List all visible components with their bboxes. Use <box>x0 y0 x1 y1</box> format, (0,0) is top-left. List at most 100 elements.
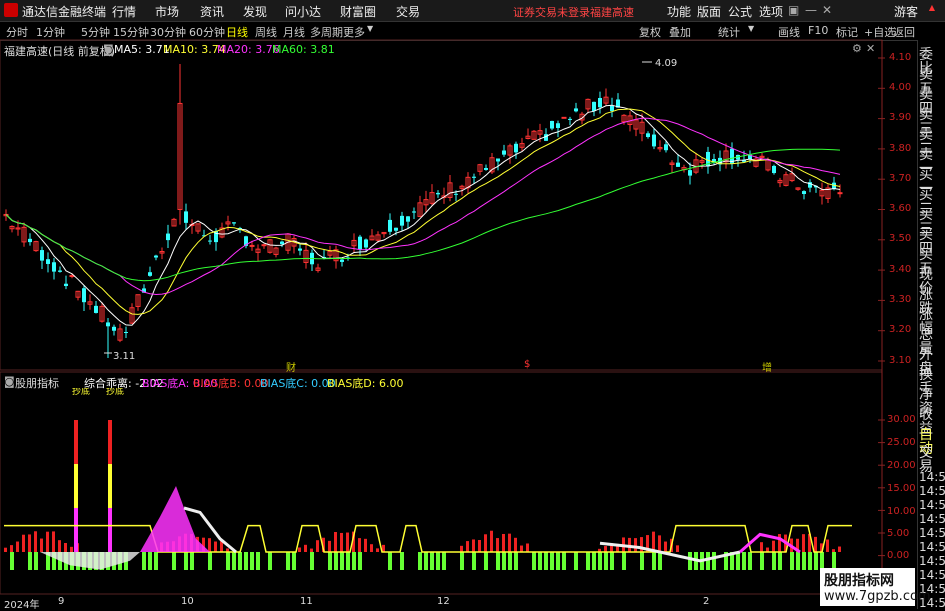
base-bar <box>352 552 356 570</box>
trade-time: 14:56 <box>919 470 945 484</box>
hist-bar <box>34 531 37 552</box>
hist-bar <box>832 549 835 552</box>
hist-bar <box>310 548 313 552</box>
candle-body <box>58 270 62 272</box>
base-bar <box>778 552 782 570</box>
watermark: 股朋指标网 www.7gpzb.com <box>820 568 931 606</box>
candle-body <box>646 133 650 138</box>
hist-bar <box>46 531 49 552</box>
base-bar <box>250 552 254 570</box>
candle-body <box>46 259 50 264</box>
base-bar <box>256 552 260 570</box>
base-bar <box>340 552 344 570</box>
candle-body <box>388 219 392 232</box>
candle-body <box>112 326 116 331</box>
signal-bar <box>74 508 78 552</box>
kline-chart[interactable] <box>0 0 945 609</box>
candle-body <box>652 134 656 147</box>
base-bar <box>760 552 764 570</box>
base-bar <box>736 552 740 570</box>
candle-body <box>772 165 776 174</box>
price-tick: 3.10 <box>889 355 912 366</box>
candle-body <box>40 250 44 261</box>
base-bar <box>802 552 806 570</box>
hist-bar <box>22 534 25 552</box>
hist-bar <box>10 545 13 552</box>
date-tick: 2 <box>703 596 710 607</box>
candle-body <box>340 259 344 262</box>
ma-line <box>5 108 841 315</box>
watermark-url: www.7gpzb.com <box>824 589 931 604</box>
base-bar <box>604 552 608 570</box>
trade-time: 14:56 <box>919 554 945 568</box>
hist-bar <box>334 531 337 552</box>
date-tick: 12 <box>437 596 450 607</box>
increase-marker[interactable]: 增 <box>762 359 772 374</box>
base-bar <box>640 552 644 570</box>
hist-bar <box>298 547 301 552</box>
hist-bar <box>478 540 481 552</box>
hist-bar <box>316 540 319 552</box>
price-tick: 3.60 <box>889 203 912 214</box>
dividend-marker[interactable]: $ <box>524 359 530 370</box>
base-bar <box>292 552 296 570</box>
hist-bar <box>496 538 499 552</box>
base-bar <box>772 552 776 570</box>
hist-bar <box>28 534 31 552</box>
base-bar <box>172 552 176 570</box>
hist-bar <box>208 538 211 552</box>
candle-body <box>454 193 458 195</box>
candle-body <box>556 123 560 128</box>
date-tick: 11 <box>300 596 313 607</box>
candle-body <box>166 233 170 241</box>
hist-bar <box>16 541 19 552</box>
price-tick: 3.80 <box>889 143 912 154</box>
hist-bar <box>502 533 505 552</box>
candle-body <box>154 255 158 258</box>
hist-bar <box>346 532 349 552</box>
ind-tick: 5.00 <box>887 528 910 539</box>
base-bar <box>562 552 566 570</box>
price-tick: 3.40 <box>889 264 912 275</box>
hist-bar <box>472 539 475 552</box>
signal-bar <box>74 420 78 464</box>
candle-body <box>568 118 572 120</box>
ind-tick: 10.00 <box>887 506 916 517</box>
base-bar <box>484 552 488 570</box>
hist-bar <box>634 538 637 552</box>
base-bar <box>658 552 662 570</box>
base-bar <box>226 552 230 570</box>
candle-body <box>574 108 578 112</box>
candle-body <box>28 238 32 243</box>
candle-body <box>400 215 404 226</box>
signal-bar <box>74 464 78 508</box>
base-bar <box>190 552 194 570</box>
base-bar <box>334 552 338 570</box>
trade-time: 14:56 <box>919 526 945 540</box>
candle-body <box>64 283 68 287</box>
base-bar <box>508 552 512 570</box>
base-bar <box>586 552 590 570</box>
hist-bar <box>64 543 67 552</box>
candle-body <box>688 170 692 176</box>
base-bar <box>346 552 350 570</box>
hist-bar <box>58 540 61 552</box>
candle-body <box>52 262 56 272</box>
ind-tick: 0.00 <box>887 550 910 561</box>
hist-bar <box>772 540 775 552</box>
finance-marker[interactable]: 财 <box>286 359 296 374</box>
ind-tick: 30.00 <box>887 414 916 425</box>
hist-bar <box>40 538 43 552</box>
hist-bar <box>814 536 817 552</box>
price-tick: 3.70 <box>889 173 912 184</box>
base-bar <box>706 552 710 570</box>
collapse-icon[interactable]: ▲ <box>921 4 943 12</box>
hist-bar <box>484 534 487 552</box>
hist-bar <box>676 545 679 552</box>
candle-body <box>94 305 98 313</box>
high-price-label: 4.09 <box>655 58 678 69</box>
candle-body <box>496 158 500 162</box>
hist-bar <box>70 546 73 552</box>
candle-body <box>598 97 602 108</box>
hist-bar <box>604 546 607 552</box>
